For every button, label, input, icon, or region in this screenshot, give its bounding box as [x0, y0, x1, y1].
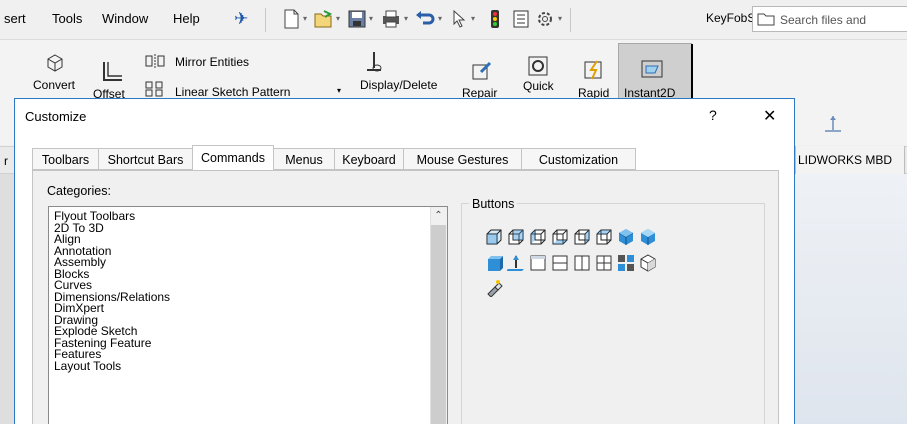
close-button[interactable]: ✕ [763, 106, 776, 126]
feature-tree-edge [0, 174, 14, 424]
buttons-label: Buttons [469, 197, 518, 211]
ribbon-edge-marker [691, 44, 693, 98]
tab-shortcut-bars[interactable]: Shortcut Bars [98, 148, 193, 170]
list-scrollbar[interactable]: ⌃ [430, 207, 447, 424]
tab-mouse-gestures[interactable]: Mouse Gestures [403, 148, 522, 170]
mirror-entities-icon[interactable] [145, 53, 165, 69]
left-view-icon[interactable] [595, 228, 613, 246]
two-view-vertical-icon[interactable] [573, 254, 591, 272]
tab-toolbars[interactable]: Toolbars [32, 148, 99, 170]
shaded-with-edges-icon[interactable] [639, 228, 657, 246]
tab-fragment[interactable]: r [4, 154, 8, 168]
open-document-icon[interactable] [312, 8, 334, 30]
single-view-icon[interactable] [529, 254, 547, 272]
mirror-entities-button[interactable]: Mirror Entities [175, 55, 249, 69]
menu-tools[interactable]: Tools [52, 11, 82, 26]
chevron-down-icon[interactable]: ▾ [471, 14, 475, 23]
flashlight-icon[interactable] [485, 279, 503, 297]
categories-label: Categories: [47, 184, 111, 198]
repair-sketch-icon[interactable] [471, 60, 493, 82]
display-delete-relations-button[interactable]: Display/Delete [360, 78, 437, 92]
tab-commands[interactable]: Commands [192, 145, 274, 171]
isometric-view-icon[interactable] [485, 228, 503, 246]
pin-icon[interactable]: ✈ [234, 9, 248, 29]
trihedron-icon [825, 116, 841, 132]
rebuild-icon[interactable] [484, 8, 506, 30]
linear-sketch-pattern-button[interactable]: Linear Sketch Pattern [175, 85, 290, 99]
menu-window[interactable]: Window [102, 11, 148, 26]
shaded-cube-icon[interactable] [617, 228, 635, 246]
help-button[interactable]: ? [709, 107, 717, 123]
new-document-icon[interactable] [280, 8, 302, 30]
undo-icon[interactable] [414, 8, 436, 30]
chevron-down-icon[interactable]: ▾ [303, 14, 307, 23]
gear-icon[interactable] [534, 8, 556, 30]
menu-help[interactable]: Help [173, 11, 200, 26]
file-properties-icon[interactable] [510, 8, 532, 30]
quick-snaps-icon[interactable] [527, 55, 549, 77]
commands-panel: Categories: Flyout Toolbars 2D To 3D Ali… [32, 170, 779, 424]
instant2d-icon[interactable] [640, 58, 664, 80]
quick-snaps-button[interactable]: Quick [523, 79, 554, 93]
graphics-area[interactable] [795, 174, 907, 424]
display-delete-relations-icon[interactable] [363, 50, 385, 76]
solid-cube-icon[interactable] [485, 254, 503, 272]
front-view-icon[interactable] [551, 228, 569, 246]
chevron-down-icon[interactable]: ▾ [337, 86, 341, 95]
view-cube-icon[interactable] [639, 254, 657, 272]
offset-entities-icon[interactable] [100, 60, 124, 82]
chevron-down-icon[interactable]: ▾ [438, 14, 442, 23]
four-view-icon[interactable] [595, 254, 613, 272]
folder-icon [757, 13, 775, 26]
tab-customization[interactable]: Customization [521, 148, 636, 170]
menu-bar: sert Tools Window Help ✈ ▾ ▾ ▾ ▾ ▾ ▾ ▾ K… [0, 0, 907, 40]
print-icon[interactable] [380, 8, 402, 30]
categories-list[interactable]: Flyout Toolbars 2D To 3D Align Annotatio… [48, 206, 448, 424]
toolbar-separator [265, 8, 266, 32]
select-arrow-icon[interactable] [448, 8, 470, 30]
customize-dialog: Customize ? ✕ Toolbars Shortcut Bars Com… [14, 98, 795, 424]
tab-solidworks-mbd[interactable]: LIDWORKS MBD [795, 146, 905, 174]
linear-pattern-icon[interactable] [145, 81, 165, 97]
trimetric-view-icon[interactable] [507, 228, 525, 246]
back-view-icon[interactable] [573, 228, 591, 246]
save-icon[interactable] [346, 8, 368, 30]
normal-to-icon[interactable] [507, 254, 525, 272]
menu-insert[interactable]: sert [4, 11, 26, 26]
category-layout-tools[interactable]: Layout Tools [51, 360, 170, 373]
search-input[interactable]: Search files and [752, 6, 907, 32]
toolbar-separator [570, 8, 571, 32]
scroll-thumb[interactable] [431, 225, 446, 424]
tab-menus[interactable]: Menus [273, 148, 335, 170]
rapid-sketch-icon[interactable] [583, 59, 605, 81]
scroll-up-arrow-icon[interactable]: ⌃ [430, 207, 447, 224]
chevron-down-icon[interactable]: ▾ [369, 14, 373, 23]
link-views-icon[interactable] [617, 254, 635, 272]
dialog-title: Customize [25, 109, 87, 124]
chevron-down-icon[interactable]: ▾ [558, 14, 562, 23]
chevron-down-icon[interactable]: ▾ [336, 14, 340, 23]
convert-entities-button[interactable]: Convert [33, 78, 75, 92]
convert-entities-icon[interactable] [46, 53, 64, 73]
search-placeholder: Search files and [780, 13, 867, 27]
dimetric-view-icon[interactable] [529, 228, 547, 246]
tab-keyboard[interactable]: Keyboard [334, 148, 404, 170]
two-view-horizontal-icon[interactable] [551, 254, 569, 272]
chevron-down-icon[interactable]: ▾ [404, 14, 408, 23]
